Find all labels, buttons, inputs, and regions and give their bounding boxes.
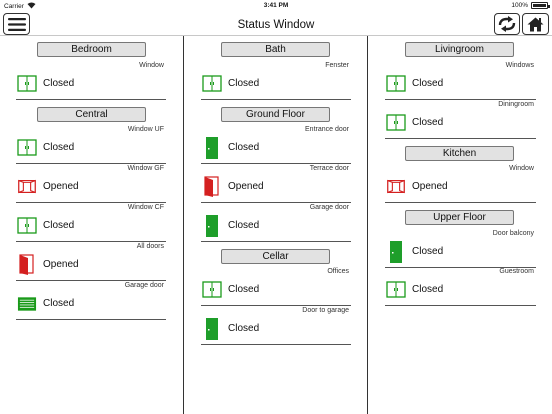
window-closed-icon (386, 281, 406, 298)
status-item[interactable]: Offices Closed (201, 268, 351, 306)
item-name: Window UF (127, 126, 164, 133)
item-state: Closed (228, 142, 260, 153)
window-closed-icon (17, 217, 37, 234)
status-item[interactable]: Door balcony Closed (385, 230, 536, 268)
window-closed-icon (17, 75, 37, 92)
column-middle: Bath Fenster Closed Ground Floor Entranc… (185, 36, 368, 414)
window-open-icon (386, 178, 406, 195)
status-item[interactable]: Guestroom Closed (385, 268, 536, 306)
clock: 3:41 PM (263, 2, 289, 9)
item-name: Windows (505, 62, 534, 69)
room-ground-floor[interactable]: Ground Floor (221, 107, 330, 122)
room-bedroom[interactable]: Bedroom (37, 42, 146, 57)
window-closed-icon (386, 114, 406, 131)
item-state: Closed (43, 142, 75, 153)
status-item[interactable]: Entrance door Closed (201, 126, 351, 164)
status-item[interactable]: Window Opened (385, 165, 536, 203)
home-icon (527, 17, 544, 31)
column-left: Bedroom Window Closed Central Window UF … (0, 36, 184, 414)
item-name: Window (509, 165, 534, 172)
room-cellar[interactable]: Cellar (221, 249, 330, 264)
item-state: Closed (43, 78, 75, 89)
item-state: Closed (228, 220, 260, 231)
door-closed-icon (386, 240, 406, 263)
item-name: Window CF (127, 204, 164, 211)
column-right: Livingroom Windows Closed Diningroom Clo… (369, 36, 552, 414)
room-bath[interactable]: Bath (221, 42, 330, 57)
door-open-icon (202, 175, 222, 197)
window-open-icon (17, 178, 37, 195)
door-closed-icon (202, 317, 222, 340)
item-state: Closed (412, 284, 444, 295)
status-item[interactable]: Diningroom Closed (385, 101, 536, 139)
nav-bar: Status Window (0, 12, 552, 36)
window-closed-icon (202, 75, 222, 92)
item-state: Closed (412, 78, 444, 89)
home-button[interactable] (522, 13, 549, 35)
room-kitchen[interactable]: Kitchen (405, 146, 514, 161)
item-state: Opened (412, 181, 448, 192)
status-item[interactable]: Garage door Closed (16, 282, 166, 320)
window-closed-icon (202, 281, 222, 298)
status-item[interactable]: Windows Closed (385, 62, 536, 100)
item-state: Opened (43, 259, 79, 270)
window-closed-icon (17, 139, 37, 156)
item-name: Garage door (124, 282, 164, 289)
item-name: Guestroom (499, 268, 534, 275)
sync-arrows-icon (498, 16, 516, 32)
battery-icon (531, 2, 550, 9)
battery-percent: 100% (511, 2, 528, 9)
item-state: Closed (228, 323, 260, 334)
status-item[interactable]: Garage door Closed (201, 204, 351, 242)
refresh-button[interactable] (494, 13, 520, 35)
item-name: Fenster (325, 62, 349, 69)
status-item[interactable]: Window Closed (16, 62, 166, 100)
item-name: Window GF (127, 165, 164, 172)
item-name: Garage door (309, 204, 349, 211)
item-state: Opened (43, 181, 79, 192)
battery-group: 100% (511, 2, 550, 9)
item-name: Window (139, 62, 164, 69)
item-name: Door balcony (492, 230, 534, 237)
status-bar: Carrier 3:41 PM 100% (0, 0, 552, 12)
status-item[interactable]: Fenster Closed (201, 62, 351, 100)
garage-door-icon (17, 295, 37, 312)
status-item[interactable]: Window UF Closed (16, 126, 166, 164)
item-state: Closed (228, 78, 260, 89)
item-state: Closed (412, 246, 444, 257)
room-livingroom[interactable]: Livingroom (405, 42, 514, 57)
item-name: Entrance door (305, 126, 349, 133)
item-name: Offices (327, 268, 349, 275)
status-item[interactable]: All doors Opened (16, 243, 166, 281)
item-name: All doors (136, 243, 164, 250)
item-name: Diningroom (498, 101, 534, 108)
status-item[interactable]: Door to garage Closed (201, 307, 351, 345)
item-name: Door to garage (302, 307, 349, 314)
window-closed-icon (386, 75, 406, 92)
status-item[interactable]: Window GF Opened (16, 165, 166, 203)
item-state: Closed (228, 284, 260, 295)
door-closed-icon (202, 136, 222, 159)
door-closed-icon (202, 214, 222, 237)
page-title: Status Window (237, 19, 315, 31)
item-state: Closed (412, 117, 444, 128)
room-upper-floor[interactable]: Upper Floor (405, 210, 514, 225)
status-item[interactable]: Terrace door Opened (201, 165, 351, 203)
room-central[interactable]: Central (37, 107, 146, 122)
door-open-icon (17, 253, 37, 275)
status-item[interactable]: Window CF Closed (16, 204, 166, 242)
item-state: Closed (43, 220, 75, 231)
item-state: Opened (228, 181, 264, 192)
item-state: Closed (43, 298, 75, 309)
item-name: Terrace door (309, 165, 349, 172)
